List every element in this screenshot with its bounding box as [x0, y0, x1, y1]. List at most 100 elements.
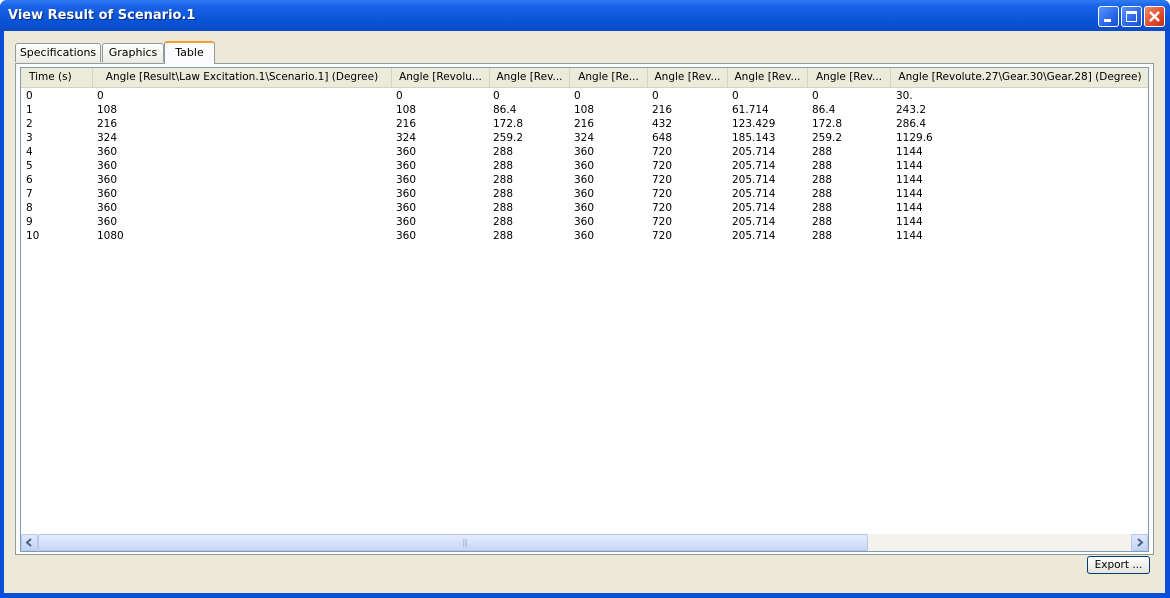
tab-specifications[interactable]: Specifications — [15, 43, 101, 62]
table-cell: 286.4 — [896, 118, 927, 130]
column-header-revolute-27[interactable]: Angle [Revolute.27\Gear.30\Gear.28] (Deg… — [891, 68, 1148, 87]
table-cell: 360 — [97, 202, 118, 214]
tab-graphics[interactable]: Graphics — [102, 43, 164, 62]
table-cell: 205.714 — [732, 188, 776, 200]
table-cell: 288 — [493, 174, 514, 186]
table-cell: 360 — [396, 216, 417, 228]
table-cell: 288 — [493, 188, 514, 200]
table-cell: 123.429 — [732, 118, 776, 130]
table-cell: 360 — [574, 216, 595, 228]
table-cell: 108 — [574, 104, 595, 116]
window-title: View Result of Scenario.1 — [8, 8, 196, 23]
table-cell: 288 — [493, 216, 514, 228]
table-cell: 9 — [26, 216, 33, 228]
table-cell: 360 — [396, 160, 417, 172]
table-cell: 360 — [97, 146, 118, 158]
maximize-icon — [1126, 11, 1137, 22]
table-cell: 243.2 — [896, 104, 927, 116]
table-cell: 360 — [97, 174, 118, 186]
horizontal-scrollbar[interactable]: ||| — [21, 534, 1148, 551]
table-cell: 172.8 — [493, 118, 524, 130]
table-cell: 360 — [396, 174, 417, 186]
table-cell: 1144 — [896, 230, 923, 242]
table-cell: 7 — [26, 188, 33, 200]
table-cell: 288 — [493, 160, 514, 172]
table-cell: 86.4 — [493, 104, 517, 116]
table-cell: 216 — [396, 118, 417, 130]
table-cell: 1144 — [896, 188, 923, 200]
scrollbar-grip: ||| — [462, 538, 468, 547]
table-cell: 1 — [26, 104, 33, 116]
table-cell: 6 — [26, 174, 33, 186]
table-cell: 360 — [396, 188, 417, 200]
table-cell: 1129.6 — [896, 132, 933, 144]
column-header-revolute-1[interactable]: Angle [Revolu... — [392, 68, 490, 87]
table-cell: 720 — [652, 174, 673, 186]
column-header-revolute-6[interactable]: Angle [Rev... — [808, 68, 891, 87]
table-cell: 10 — [26, 230, 40, 242]
table-cell: 288 — [812, 174, 833, 186]
table-cell: 288 — [493, 230, 514, 242]
table-cell: 0 — [26, 90, 33, 102]
column-header-time[interactable]: Time (s) — [21, 68, 93, 87]
table-cell: 185.143 — [732, 132, 776, 144]
table-cell: 1080 — [97, 230, 124, 242]
table-cell: 205.714 — [732, 174, 776, 186]
table-cell: 108 — [396, 104, 417, 116]
table-cell: 288 — [493, 202, 514, 214]
close-button[interactable] — [1144, 6, 1165, 27]
table-cell: 259.2 — [493, 132, 524, 144]
table-cell: 0 — [396, 90, 403, 102]
table-cell: 0 — [652, 90, 659, 102]
table-cell: 360 — [396, 146, 417, 158]
export-button[interactable]: Export ... — [1087, 556, 1150, 574]
table-cell: 360 — [396, 202, 417, 214]
table-cell: 720 — [652, 230, 673, 242]
table-cell: 0 — [812, 90, 819, 102]
column-header-revolute-4[interactable]: Angle [Rev... — [648, 68, 728, 87]
table-cell: 86.4 — [812, 104, 836, 116]
tab-panel: Time (s) Angle [Result\Law Excitation.1\… — [15, 63, 1154, 555]
scrollbar-thumb[interactable]: ||| — [38, 534, 868, 551]
table-cell: 288 — [493, 146, 514, 158]
tab-table[interactable]: Table — [164, 41, 215, 64]
table-cell: 720 — [652, 216, 673, 228]
table-cell: 1144 — [896, 216, 923, 228]
title-bar[interactable]: View Result of Scenario.1 — [0, 0, 1170, 31]
table-cell: 360 — [97, 160, 118, 172]
table-cell: 324 — [97, 132, 118, 144]
table-cell: 259.2 — [812, 132, 843, 144]
table-cell: 1144 — [896, 202, 923, 214]
close-icon — [1149, 11, 1160, 22]
table-cell: 4 — [26, 146, 33, 158]
table-cell: 216 — [652, 104, 673, 116]
results-table[interactable]: Time (s) Angle [Result\Law Excitation.1\… — [20, 67, 1149, 552]
column-header-revolute-2[interactable]: Angle [Rev... — [490, 68, 570, 87]
table-cell: 30. — [896, 90, 913, 102]
table-cell: 360 — [574, 230, 595, 242]
table-cell: 360 — [97, 188, 118, 200]
table-cell: 5 — [26, 160, 33, 172]
table-cell: 1144 — [896, 146, 923, 158]
column-header-revolute-5[interactable]: Angle [Rev... — [728, 68, 808, 87]
column-header-revolute-3[interactable]: Angle [Re... — [570, 68, 648, 87]
scroll-right-button[interactable] — [1131, 534, 1148, 551]
table-header: Time (s) Angle [Result\Law Excitation.1\… — [21, 68, 1148, 88]
table-cell: 324 — [396, 132, 417, 144]
column-header-law-excitation[interactable]: Angle [Result\Law Excitation.1\Scenario.… — [93, 68, 392, 87]
table-cell: 172.8 — [812, 118, 843, 130]
table-cell: 0 — [732, 90, 739, 102]
table-cell: 720 — [652, 188, 673, 200]
maximize-button[interactable] — [1121, 6, 1142, 27]
minimize-button[interactable] — [1098, 6, 1119, 27]
table-cell: 288 — [812, 146, 833, 158]
table-cell: 205.714 — [732, 216, 776, 228]
scroll-left-button[interactable] — [21, 534, 38, 551]
table-cell: 0 — [493, 90, 500, 102]
table-cell: 0 — [97, 90, 104, 102]
table-cell: 205.714 — [732, 230, 776, 242]
table-cell: 216 — [574, 118, 595, 130]
arrow-left-icon — [25, 538, 32, 547]
table-cell: 360 — [97, 216, 118, 228]
minimize-icon — [1104, 19, 1111, 22]
